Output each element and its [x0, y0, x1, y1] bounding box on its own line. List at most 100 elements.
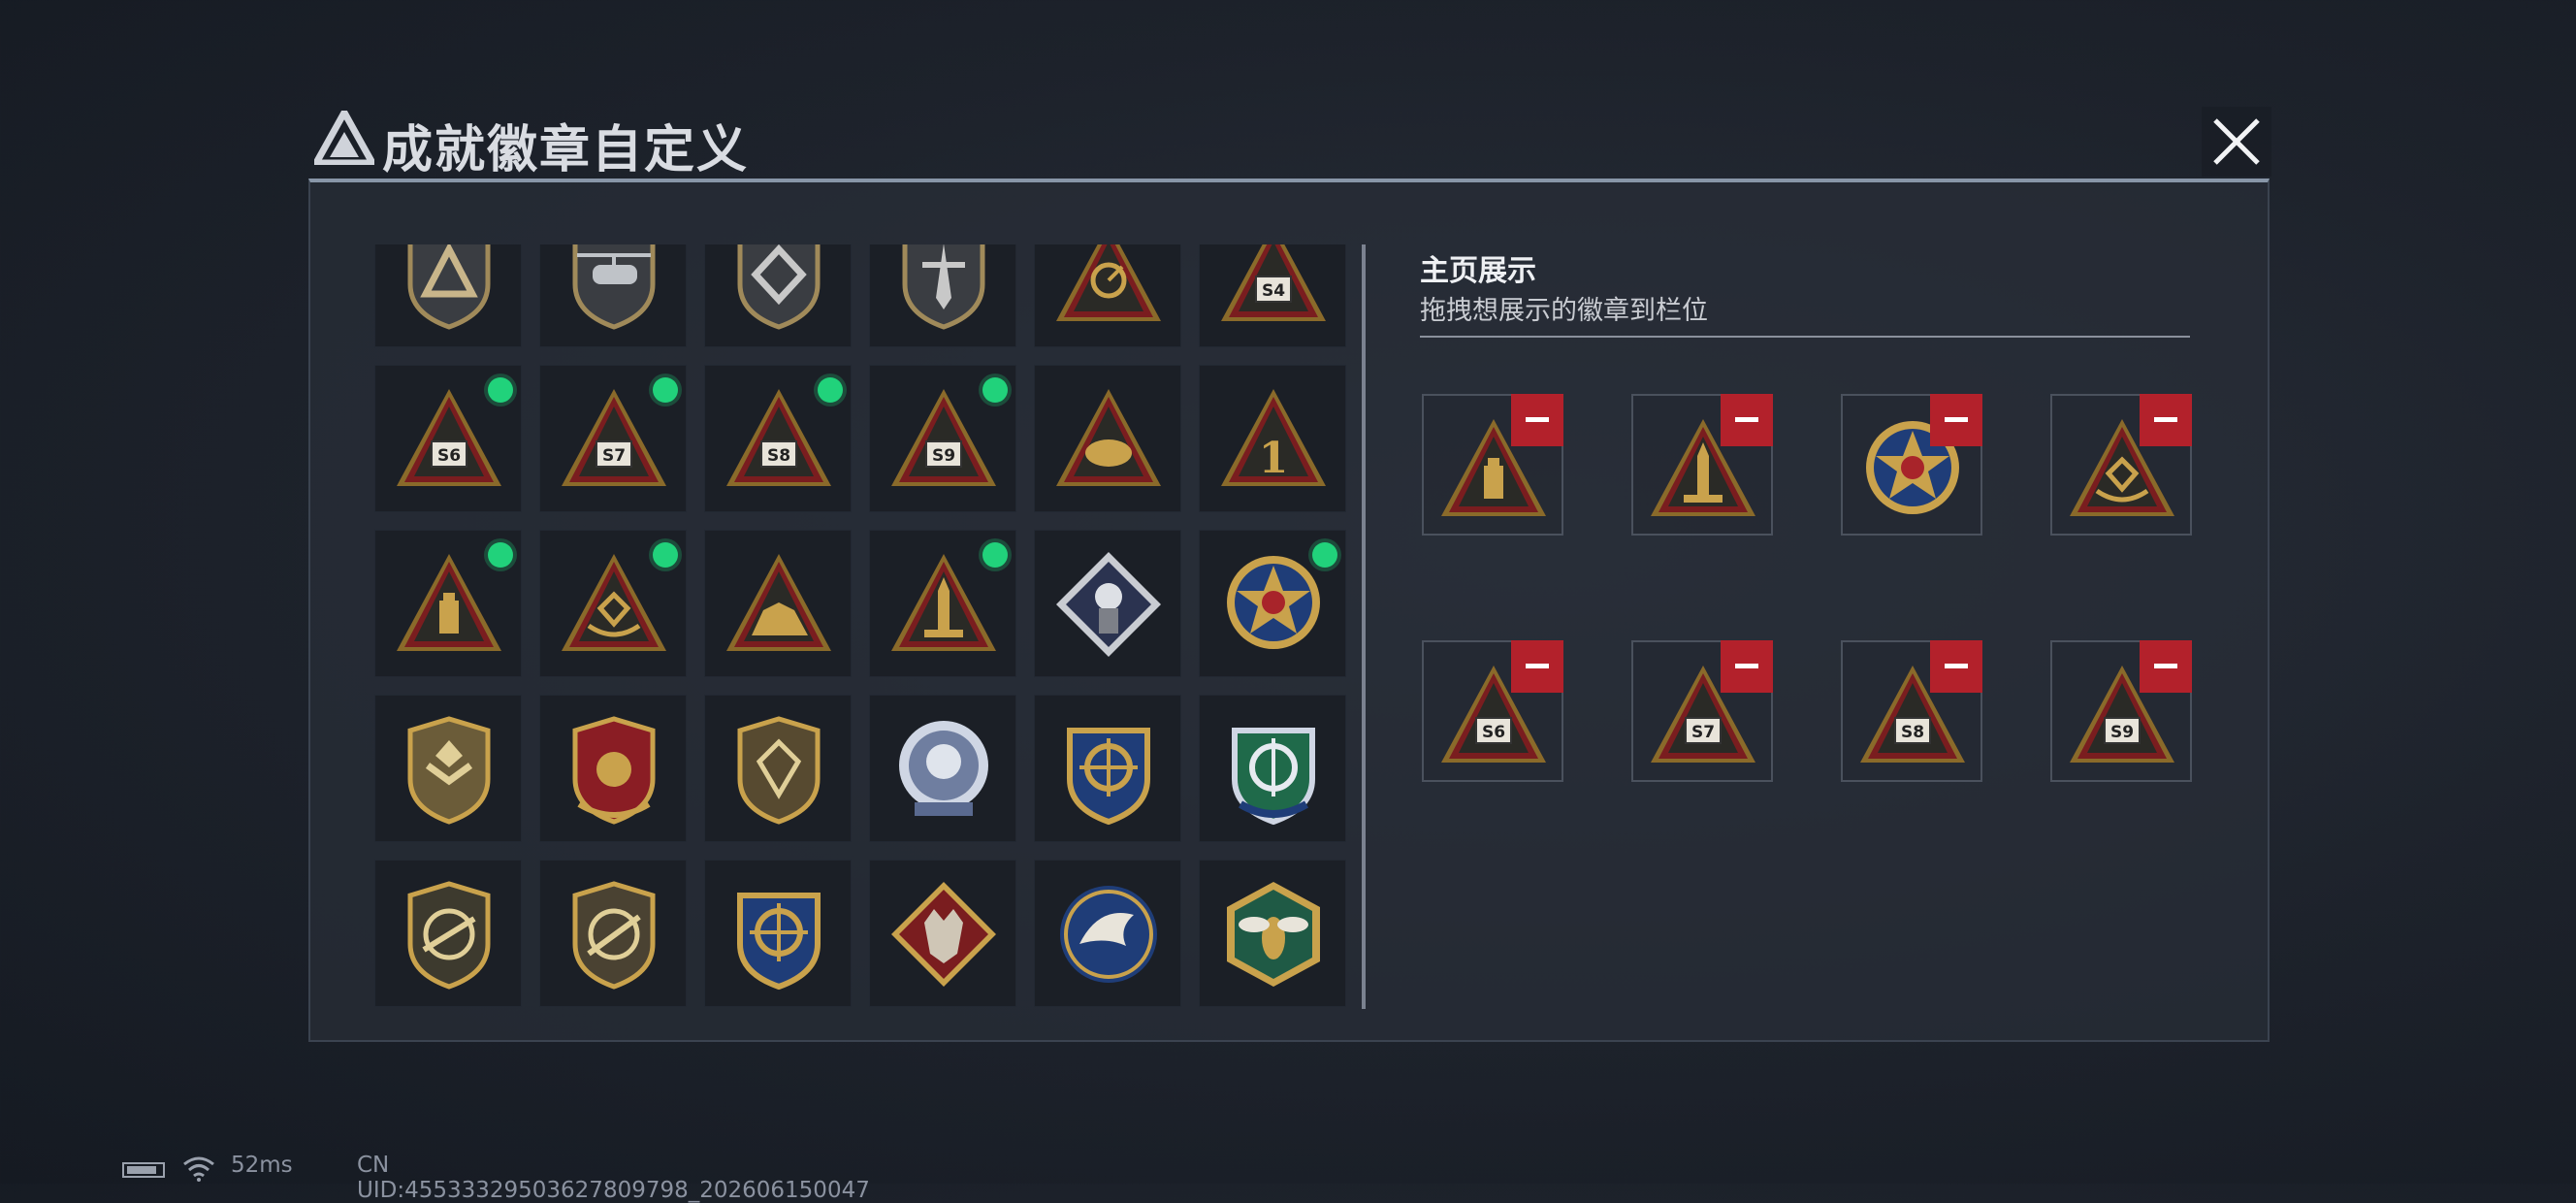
sniper-shield-badge[interactable]	[539, 860, 687, 1007]
rocket-triangle-badge[interactable]	[869, 530, 1016, 677]
showcase-slot-1[interactable]	[1422, 394, 1563, 536]
rose-icon	[1056, 552, 1161, 657]
new-indicator	[1312, 542, 1337, 568]
remove-badge-button[interactable]	[2140, 640, 2192, 693]
close-button[interactable]	[2202, 107, 2271, 177]
wasp-hexagon-badge[interactable]	[1199, 860, 1346, 1007]
crosshair-green-icon	[1232, 728, 1315, 826]
remove-badge-button[interactable]	[1930, 640, 1982, 693]
rifle-shield-badge[interactable]	[374, 860, 522, 1007]
s8-icon: S8	[726, 389, 831, 486]
shield-diamond-badge[interactable]	[704, 244, 852, 347]
showcase-slot-3[interactable]	[1841, 394, 1982, 536]
radar-icon	[1056, 244, 1161, 321]
dialog-title: 成就徽章自定义	[382, 121, 750, 179]
gem-shield-icon	[737, 716, 821, 825]
s6-triangle-badge[interactable]: S6	[374, 365, 522, 512]
showcase-slot-4[interactable]	[2050, 394, 2192, 536]
remove-badge-button[interactable]	[1511, 394, 1563, 446]
rocket-icon	[891, 554, 996, 651]
usb-triangle-badge[interactable]	[374, 530, 522, 677]
svg-text:S8: S8	[767, 446, 790, 466]
svg-text:S8: S8	[1901, 723, 1924, 742]
new-indicator	[818, 377, 843, 403]
s6-icon: S6	[397, 389, 501, 486]
new-indicator	[488, 542, 513, 568]
showcase-divider	[1420, 336, 2190, 338]
showcase-slot-5[interactable]: S6	[1422, 640, 1563, 782]
star-circle-badge[interactable]	[1199, 530, 1346, 677]
crosshair-gold-badge[interactable]	[1034, 695, 1181, 842]
shield-triangle-icon	[407, 244, 491, 330]
remove-badge-button[interactable]	[1930, 394, 1982, 446]
s7-icon: S7	[562, 389, 666, 486]
rose-diamond-badge[interactable]	[1034, 530, 1181, 677]
badge-customize-panel: S4 S6 S7 S8 S9 1 主页展示 拖拽想展示的徽章到栏位 S6 S7 S8 S9	[308, 179, 2270, 1042]
dinosaur-triangle-badge[interactable]	[704, 530, 852, 677]
shield-triangle-badge[interactable]	[374, 244, 522, 347]
one-icon: 1	[1221, 389, 1326, 486]
rifle-shield-icon	[407, 881, 491, 990]
hands-gem-triangle-badge[interactable]	[539, 530, 687, 677]
battery-icon	[122, 1162, 165, 1178]
crosshair-gold-2-badge[interactable]	[704, 860, 852, 1007]
svg-text:S6: S6	[437, 446, 461, 466]
s4-icon: S4	[1221, 244, 1326, 321]
showcase-slot-6[interactable]: S7	[1631, 640, 1773, 782]
new-indicator	[653, 542, 678, 568]
showcase-slot-8[interactable]: S9	[2050, 640, 2192, 782]
wolf-icon	[891, 882, 996, 987]
wolf-diamond-badge[interactable]	[869, 860, 1016, 1007]
helicopter-badge[interactable]	[539, 244, 687, 347]
s4-triangle-badge[interactable]: S4	[1199, 244, 1346, 347]
showcase-slot-2[interactable]	[1631, 394, 1773, 536]
triangle-logo-icon	[314, 111, 374, 165]
svg-text:S6: S6	[1482, 723, 1505, 742]
ping-value: 52ms	[231, 1153, 293, 1178]
svg-text:S9: S9	[2110, 723, 2134, 742]
remove-badge-button[interactable]	[1511, 640, 1563, 693]
crosshair-green-badge[interactable]	[1199, 695, 1346, 842]
eagle-icon	[1060, 886, 1157, 983]
shield-diamond-icon	[737, 244, 821, 330]
wifi-icon	[183, 1156, 214, 1182]
hands-icon	[1056, 389, 1161, 486]
laurel-shield-badge[interactable]	[539, 695, 687, 842]
remove-badge-button[interactable]	[1721, 640, 1773, 693]
shield-dagger-badge[interactable]	[869, 244, 1016, 347]
showcase-title: 主页展示	[1420, 254, 1536, 288]
s9-triangle-badge[interactable]: S9	[869, 365, 1016, 512]
hands-triangle-badge[interactable]	[1034, 365, 1181, 512]
skull-silver-badge[interactable]	[869, 695, 1016, 842]
crosshair-gold-icon	[1067, 728, 1150, 826]
user-uid: CN UID:45533329503627809798_202606150047	[357, 1153, 870, 1203]
wasp-icon	[1227, 882, 1320, 987]
svg-text:1: 1	[1259, 434, 1289, 483]
showcase-slot-7[interactable]: S8	[1841, 640, 1982, 782]
radar-triangle-badge[interactable]	[1034, 244, 1181, 347]
crosshair-gold-icon	[737, 893, 821, 991]
remove-badge-button[interactable]	[2140, 394, 2192, 446]
helicopter-icon	[572, 244, 656, 330]
remove-badge-button[interactable]	[1721, 394, 1773, 446]
svg-text:S7: S7	[602, 446, 626, 466]
chevron-shield-badge[interactable]	[374, 695, 522, 842]
showcase-subtitle: 拖拽想展示的徽章到栏位	[1420, 296, 1708, 326]
new-indicator	[488, 377, 513, 403]
laurel-shield-icon	[572, 716, 656, 825]
one-triangle-badge[interactable]: 1	[1199, 365, 1346, 512]
scrollbar[interactable]	[1362, 244, 1366, 1009]
usb-icon	[397, 554, 501, 651]
svg-text:S7: S7	[1691, 723, 1715, 742]
shield-dagger-icon	[902, 244, 985, 330]
dialog-titlebar: 成就徽章自定义	[308, 101, 2271, 179]
gem-shield-badge[interactable]	[704, 695, 852, 842]
badge-collection-grid[interactable]: S4 S6 S7 S8 S9 1	[374, 244, 1348, 1011]
s9-icon: S9	[891, 389, 996, 486]
new-indicator	[982, 377, 1008, 403]
skull-silver-icon	[899, 721, 988, 816]
s8-triangle-badge[interactable]: S8	[704, 365, 852, 512]
eagle-circle-badge[interactable]	[1034, 860, 1181, 1007]
dino-icon	[726, 554, 831, 651]
s7-triangle-badge[interactable]: S7	[539, 365, 687, 512]
